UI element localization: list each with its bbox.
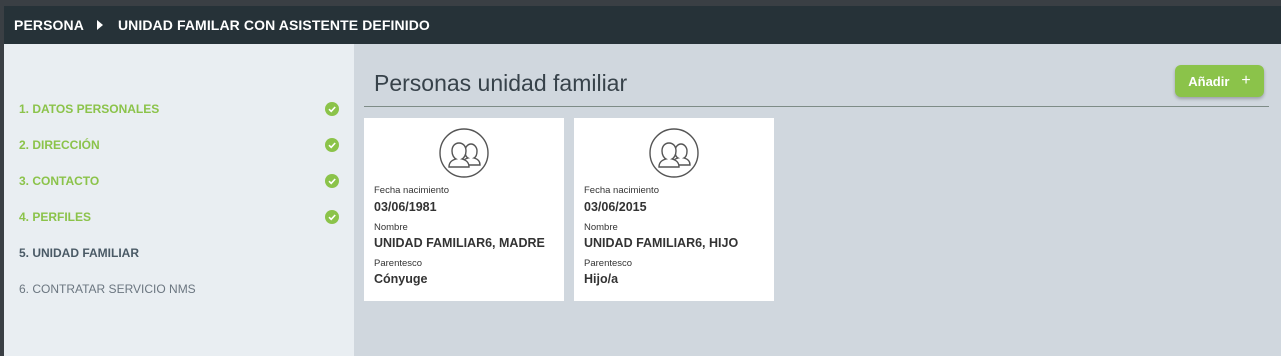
member-card[interactable]: Fecha nacimiento 03/06/1981 Nombre UNIDA…	[364, 118, 564, 301]
name-value: UNIDAD FAMILIAR6, HIJO	[584, 236, 739, 250]
step-datos-personales[interactable]: 1. DATOS PERSONALES	[19, 99, 339, 119]
title-divider	[364, 106, 1269, 107]
step-unidad-familiar[interactable]: 5. UNIDAD FAMILIAR	[19, 243, 339, 263]
step-direccion[interactable]: 2. DIRECCIÓN	[19, 135, 339, 155]
breadcrumb-current: UNIDAD FAMILAR CON ASISTENTE DEFINIDO	[117, 17, 430, 33]
plus-icon: +	[1241, 72, 1251, 89]
birth-date-value: 03/06/2015	[584, 200, 647, 214]
step-label: 5. UNIDAD FAMILIAR	[19, 246, 139, 260]
chevron-right-icon	[96, 20, 103, 30]
step-contratar-servicio[interactable]: 6. CONTRATAR SERVICIO NMS	[19, 279, 339, 299]
name-value: UNIDAD FAMILIAR6, MADRE	[374, 236, 545, 250]
step-label: 1. DATOS PERSONALES	[19, 102, 160, 116]
add-button[interactable]: Añadir +	[1175, 65, 1264, 97]
check-circle-icon	[325, 102, 339, 116]
app-window: PERSONA UNIDAD FAMILAR CON ASISTENTE DEF…	[4, 6, 1281, 356]
birth-date-label: Fecha nacimiento	[374, 185, 449, 196]
check-circle-icon	[325, 138, 339, 152]
people-avatar-icon	[648, 127, 700, 179]
relation-value: Hijo/a	[584, 272, 619, 286]
step-label: 6. CONTRATAR SERVICIO NMS	[19, 282, 196, 296]
step-label: 4. PERFILES	[19, 210, 92, 224]
name-label: Nombre	[584, 222, 618, 233]
people-avatar-icon	[438, 127, 490, 179]
main-panel: Personas unidad familiar Añadir + Fecha …	[354, 44, 1281, 356]
birth-date-label: Fecha nacimiento	[584, 185, 659, 196]
relation-label: Parentesco	[584, 258, 633, 269]
page-title: Personas unidad familiar	[374, 70, 628, 96]
check-circle-icon	[325, 174, 339, 188]
add-button-label: Añadir	[1188, 73, 1230, 89]
relation-label: Parentesco	[374, 258, 423, 269]
relation-value: Cónyuge	[374, 272, 428, 286]
step-label: 3. CONTACTO	[19, 174, 100, 188]
step-perfiles[interactable]: 4. PERFILES	[19, 207, 339, 227]
steps-sidebar: 1. DATOS PERSONALES 2. DIRECCIÓN 3. CONT…	[4, 44, 354, 356]
name-label: Nombre	[374, 222, 408, 233]
member-card[interactable]: Fecha nacimiento 03/06/2015 Nombre UNIDA…	[574, 118, 774, 301]
birth-date-value: 03/06/1981	[374, 200, 437, 214]
check-circle-icon	[325, 210, 339, 224]
breadcrumb-root[interactable]: PERSONA	[14, 17, 84, 33]
breadcrumb: PERSONA UNIDAD FAMILAR CON ASISTENTE DEF…	[4, 6, 1281, 44]
step-label: 2. DIRECCIÓN	[19, 138, 100, 152]
step-contacto[interactable]: 3. CONTACTO	[19, 171, 339, 191]
